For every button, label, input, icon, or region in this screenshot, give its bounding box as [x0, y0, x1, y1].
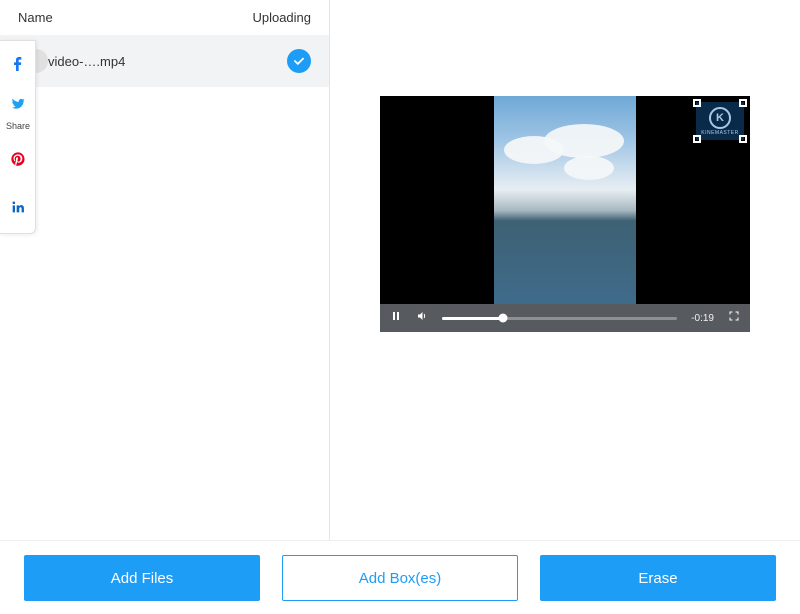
header-uploading: Uploading: [252, 10, 311, 25]
facebook-icon: [10, 55, 26, 76]
watermark: K KINEMASTER: [696, 102, 744, 140]
video-frame[interactable]: K KINEMASTER: [380, 96, 750, 304]
social-share-bar: Share: [0, 40, 36, 234]
pinterest-icon: [10, 151, 26, 172]
file-headers: Name Uploading: [0, 0, 329, 35]
file-row[interactable]: video-….mp4: [0, 35, 329, 87]
time-remaining: -0:19: [691, 313, 714, 324]
share-label: Share: [6, 121, 30, 131]
erase-button[interactable]: Erase: [540, 555, 776, 601]
share-linkedin[interactable]: [0, 185, 36, 233]
file-list: video-….mp4: [0, 35, 329, 614]
add-files-button[interactable]: Add Files: [24, 555, 260, 601]
app-root: Share Name Uploading video-….mp4: [0, 0, 800, 614]
volume-icon: [416, 309, 428, 327]
share-twitter[interactable]: Share: [0, 89, 36, 137]
seek-thumb[interactable]: [499, 314, 508, 323]
file-panel: Name Uploading video-….mp4: [0, 0, 330, 614]
fullscreen-icon: [728, 309, 740, 327]
linkedin-icon: [10, 199, 26, 220]
seek-progress: [442, 317, 503, 320]
fullscreen-button[interactable]: [728, 309, 740, 327]
preview-panel: K KINEMASTER -0:19: [330, 0, 800, 614]
video-controls: -0:19: [380, 304, 750, 332]
video-content: [494, 96, 636, 304]
action-bar: Add Files Add Box(es) Erase: [0, 540, 800, 614]
volume-button[interactable]: [416, 309, 428, 327]
share-facebook[interactable]: [0, 41, 36, 89]
twitter-icon: [10, 96, 26, 117]
add-boxes-button[interactable]: Add Box(es): [282, 555, 518, 601]
share-pinterest[interactable]: [0, 137, 36, 185]
header-name: Name: [18, 10, 252, 25]
pause-button[interactable]: [390, 309, 402, 327]
video-player: K KINEMASTER -0:19: [380, 96, 750, 332]
pause-icon: [390, 309, 402, 327]
upload-complete-icon: [287, 49, 311, 73]
file-name: video-….mp4: [48, 54, 287, 69]
watermark-logo-icon: K: [709, 107, 731, 129]
watermark-text: KINEMASTER: [701, 130, 739, 136]
seek-bar[interactable]: [442, 317, 677, 320]
